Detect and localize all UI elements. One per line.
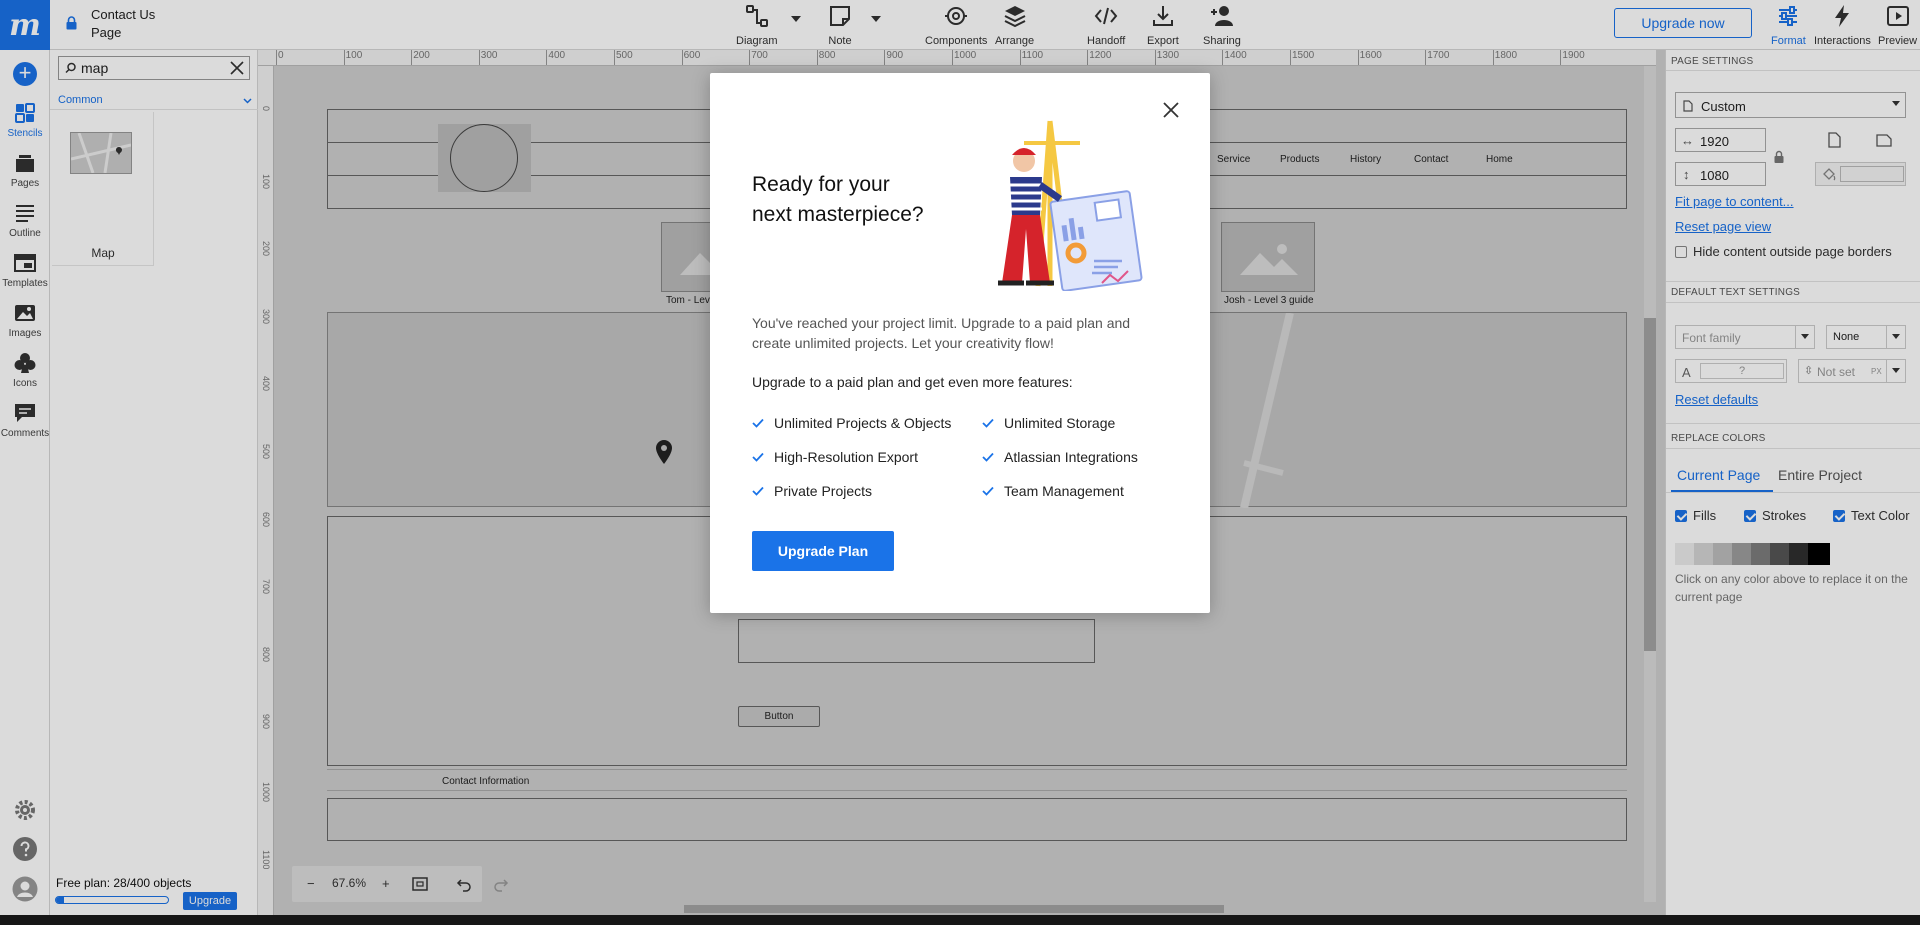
check-icon	[752, 452, 764, 462]
feature-item: High-Resolution Export	[752, 449, 918, 465]
artist-easel-illustration	[998, 120, 1143, 291]
check-icon	[982, 452, 994, 462]
modal-subheading: Upgrade to a paid plan and get even more…	[752, 374, 1073, 390]
feature-item: Unlimited Storage	[982, 415, 1115, 431]
check-icon	[752, 486, 764, 496]
modal-title: Ready for your next masterpiece?	[752, 173, 924, 226]
feature-item: Unlimited Projects & Objects	[752, 415, 951, 431]
check-icon	[982, 486, 994, 496]
feature-item: Atlassian Integrations	[982, 449, 1138, 465]
check-icon	[982, 418, 994, 428]
feature-item: Private Projects	[752, 483, 872, 499]
feature-item: Team Management	[982, 483, 1124, 499]
upgrade-modal: Ready for your next masterpiece? You've …	[710, 73, 1210, 613]
modal-description: You've reached your project limit. Upgra…	[752, 315, 1131, 351]
upgrade-plan-button[interactable]: Upgrade Plan	[752, 531, 894, 571]
close-icon[interactable]	[1162, 101, 1180, 119]
check-icon	[752, 418, 764, 428]
